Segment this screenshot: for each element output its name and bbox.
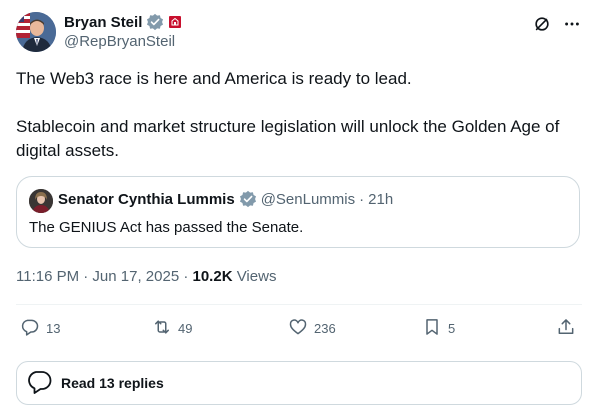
bookmark-icon bbox=[422, 317, 442, 340]
author-handle[interactable]: @RepBryanSteil bbox=[64, 33, 175, 50]
read-replies-label: Read 13 replies bbox=[61, 375, 164, 391]
tweet-meta: 11:16 PM · Jun 17, 2025 · 10.2K Views bbox=[16, 268, 276, 285]
more-icon[interactable] bbox=[562, 14, 582, 34]
verified-badge-icon[interactable] bbox=[146, 13, 164, 31]
reply-icon bbox=[20, 317, 40, 340]
grok-icon[interactable] bbox=[532, 14, 552, 34]
like-button[interactable]: 236 bbox=[288, 317, 336, 340]
quote-author-avatar bbox=[29, 189, 53, 213]
read-replies-button[interactable]: Read 13 replies bbox=[16, 361, 582, 405]
header-actions bbox=[532, 14, 582, 34]
author-avatar[interactable] bbox=[16, 12, 56, 52]
author-name-row: Bryan Steil bbox=[64, 12, 182, 32]
replies-bubble-icon bbox=[25, 367, 53, 400]
views-label: Views bbox=[236, 268, 277, 285]
views-count: 10.2K bbox=[192, 268, 233, 285]
share-icon bbox=[556, 317, 576, 340]
quote-timestamp: 21h bbox=[368, 190, 394, 208]
like-icon bbox=[288, 317, 308, 340]
quote-author-handle: @SenLummis bbox=[260, 190, 356, 208]
reply-count: 13 bbox=[46, 321, 61, 336]
divider bbox=[16, 304, 582, 305]
repost-count: 49 bbox=[178, 321, 193, 336]
tweet-header: Bryan Steil @RepBryanSteil bbox=[16, 12, 582, 52]
bookmark-button[interactable]: 5 bbox=[422, 317, 455, 340]
repost-button[interactable]: 49 bbox=[152, 317, 192, 340]
quoted-tweet[interactable]: Senator Cynthia Lummis @SenLummis · 21h … bbox=[16, 176, 580, 248]
quote-text: The GENIUS Act has passed the Senate. bbox=[29, 219, 304, 236]
affiliation-badge-icon[interactable] bbox=[168, 15, 182, 29]
quote-separator: · bbox=[359, 190, 365, 208]
author-name[interactable]: Bryan Steil bbox=[64, 14, 142, 31]
repost-icon bbox=[152, 317, 172, 340]
tweet-line-1: The Web3 race is here and America is rea… bbox=[16, 69, 412, 88]
quote-author-name: Senator Cynthia Lummis bbox=[58, 190, 235, 208]
share-button[interactable] bbox=[556, 317, 576, 340]
tweet-text: The Web3 race is here and America is rea… bbox=[16, 67, 582, 163]
tweet-line-2: Stablecoin and market structure legislat… bbox=[16, 117, 560, 160]
quote-verified-badge-icon bbox=[239, 190, 257, 208]
timestamp[interactable]: 11:16 PM · Jun 17, 2025 · bbox=[16, 268, 188, 285]
reply-button[interactable]: 13 bbox=[20, 317, 60, 340]
action-bar: 13 49 236 5 bbox=[16, 317, 582, 341]
bookmark-count: 5 bbox=[448, 321, 456, 336]
quote-header: Senator Cynthia Lummis @SenLummis · 21h bbox=[58, 190, 393, 208]
like-count: 236 bbox=[314, 321, 336, 336]
